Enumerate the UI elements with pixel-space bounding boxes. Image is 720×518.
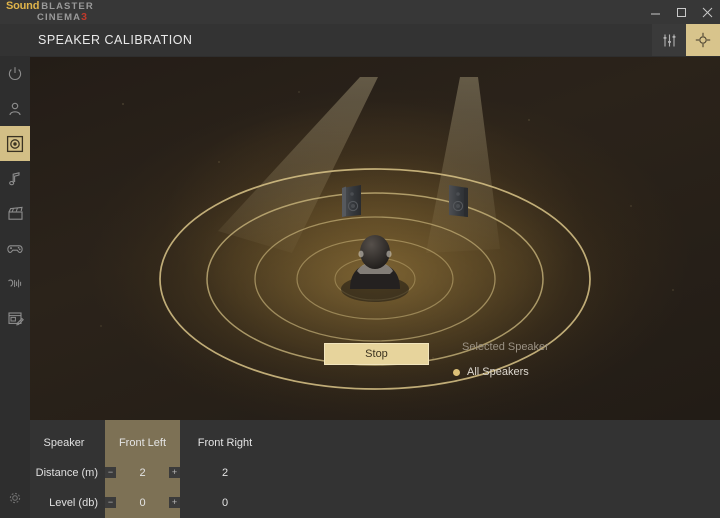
- sidebar-item-voice[interactable]: [0, 266, 30, 301]
- sidebar-item-notes[interactable]: [0, 301, 30, 336]
- distance-front-left-increment[interactable]: +: [169, 467, 180, 478]
- speaker-front-right[interactable]: [449, 185, 468, 217]
- header-bar: SPEAKER CALIBRATION: [0, 24, 720, 56]
- dust-speck: [630, 205, 632, 207]
- dust-speck: [218, 161, 220, 163]
- sidebar: [0, 56, 30, 518]
- close-button[interactable]: [694, 0, 720, 24]
- level-front-left-increment[interactable]: +: [169, 497, 180, 508]
- dust-speck: [122, 103, 124, 105]
- brand-logo: Sound BLASTER CINEMA 3: [0, 1, 94, 23]
- dust-speck: [528, 119, 530, 121]
- speaker-table: Speaker Front Left Front Right Distance …: [30, 420, 720, 518]
- sidebar-item-settings[interactable]: [0, 478, 30, 518]
- dust-speck: [672, 289, 674, 291]
- calibration-icon[interactable]: [686, 24, 720, 56]
- stop-button[interactable]: Stop: [324, 343, 429, 365]
- selected-speaker-label: Selected Speaker: [462, 341, 549, 353]
- dust-speck: [298, 91, 300, 93]
- table-value-distance-front-right: 2: [221, 467, 229, 479]
- sidebar-item-power[interactable]: [0, 56, 30, 91]
- speaker-front-left[interactable]: [342, 185, 361, 217]
- sidebar-item-game[interactable]: [0, 231, 30, 266]
- sidebar-item-music[interactable]: [0, 161, 30, 196]
- dust-speck: [100, 325, 102, 327]
- radio-dot-icon: [453, 368, 460, 376]
- distance-front-left-decrement[interactable]: −: [105, 467, 116, 478]
- table-corner-label: Speaker: [43, 437, 85, 449]
- table-column-header-front-left[interactable]: Front Left: [105, 428, 180, 458]
- brand-cinema-text: CINEMA: [37, 12, 82, 24]
- title-bar: Sound BLASTER CINEMA 3: [0, 0, 720, 24]
- header-actions: [652, 24, 720, 56]
- table-value-level-front-right: 0: [221, 497, 229, 509]
- table-column-header-front-right[interactable]: Front Right: [185, 428, 265, 458]
- level-front-left-decrement[interactable]: −: [105, 497, 116, 508]
- all-speakers-radio[interactable]: All Speakers: [453, 366, 529, 378]
- brand-version-text: 3: [81, 11, 87, 24]
- equalizer-icon[interactable]: [652, 24, 686, 56]
- minimize-button[interactable]: [642, 0, 668, 24]
- maximize-button[interactable]: [668, 0, 694, 24]
- table-row-label-level: Level (db): [49, 497, 98, 509]
- brand-sound-text: Sound: [6, 0, 40, 13]
- sidebar-item-profile[interactable]: [0, 91, 30, 126]
- sidebar-item-speaker-calibration[interactable]: [0, 126, 30, 161]
- all-speakers-label: All Speakers: [467, 366, 529, 378]
- page-title: SPEAKER CALIBRATION: [38, 33, 193, 47]
- sidebar-item-movie[interactable]: [0, 196, 30, 231]
- app-window: Sound BLASTER CINEMA 3 SPEAKER CALIBRATI…: [0, 0, 720, 518]
- calibration-controls: Stop Selected Speaker All Speakers: [30, 341, 720, 391]
- window-controls: [642, 0, 720, 24]
- table-row-label-distance: Distance (m): [35, 467, 98, 479]
